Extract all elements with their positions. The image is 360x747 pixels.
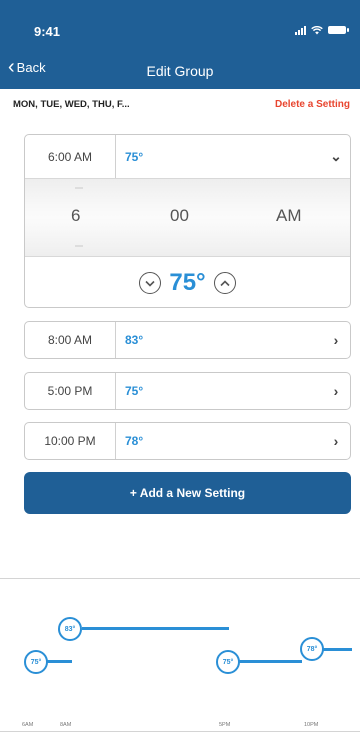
schedule-segment [238, 660, 302, 663]
chevron-right-icon: › [333, 332, 339, 348]
chevron-up-icon [220, 279, 230, 286]
setting-time: 5:00 PM [25, 373, 116, 409]
time-picker[interactable]: 6 00 AM [25, 179, 350, 257]
decrease-temp-button[interactable] [139, 272, 162, 294]
graph-tick-label: 10PM [304, 722, 319, 728]
graph-tick-label: 8AM [60, 722, 72, 728]
signal-icon [295, 25, 306, 35]
chevron-down-icon: ⌄ [330, 148, 342, 164]
divider [0, 731, 360, 732]
picker-minute[interactable]: 00 [170, 206, 189, 226]
temp-point-bubble: 75° [216, 650, 240, 674]
expanded-setting-card: 6:00 AM 75° ⌄ 6 00 AM 75° [24, 134, 351, 308]
add-setting-button[interactable]: + Add a New Setting [24, 472, 351, 514]
setting-time: 10:00 PM [25, 423, 116, 459]
temp-point-bubble: 75° [24, 650, 48, 674]
setting-temp: 75° [125, 384, 144, 398]
setting-row[interactable]: 10:00 PM 78° › [24, 422, 351, 460]
setting-temp: 75° [125, 149, 144, 164]
status-icons [295, 25, 349, 35]
days-summary: MON, TUE, WED, THU, F... [13, 99, 130, 110]
delete-setting-button[interactable]: Delete a Setting [275, 99, 350, 110]
setpoint-value: 75° [169, 269, 206, 296]
increase-temp-button[interactable] [213, 272, 236, 294]
wifi-icon [311, 25, 323, 34]
setting-temp: 83° [125, 333, 144, 347]
setting-row[interactable]: 5:00 PM 75° › [24, 372, 351, 410]
setting-row[interactable]: 8:00 AM 83° › [24, 321, 351, 359]
app-header: 9:41 ‹ Back Edit Group [0, 0, 360, 89]
setpoint-control: 75° [25, 257, 350, 307]
page-title: Edit Group [146, 63, 214, 79]
schedule-segment [82, 627, 229, 630]
schedule-segment [320, 648, 352, 651]
picker-hour[interactable]: 6 [71, 206, 80, 226]
chevron-right-icon: › [333, 383, 339, 399]
picker-ampm[interactable]: AM [276, 206, 302, 226]
temp-point-bubble: 78° [300, 637, 324, 661]
chevron-right-icon: › [333, 433, 339, 449]
setting-time: 8:00 AM [25, 322, 116, 358]
chevron-down-icon [145, 280, 155, 287]
divider [0, 578, 360, 579]
setting-temp: 78° [125, 434, 144, 448]
graph-tick-label: 5PM [219, 722, 231, 728]
status-time: 9:41 [34, 24, 61, 39]
battery-icon [328, 26, 349, 34]
expanded-setting-header[interactable]: 6:00 AM 75° ⌄ [25, 135, 350, 179]
temp-point-bubble: 83° [58, 617, 82, 641]
graph-tick-label: 6AM [22, 722, 34, 728]
schedule-graph: 75° 83° 75° 78° 6AM 8AM 5PM 10PM [0, 590, 360, 740]
setting-time: 6:00 AM [25, 135, 116, 178]
